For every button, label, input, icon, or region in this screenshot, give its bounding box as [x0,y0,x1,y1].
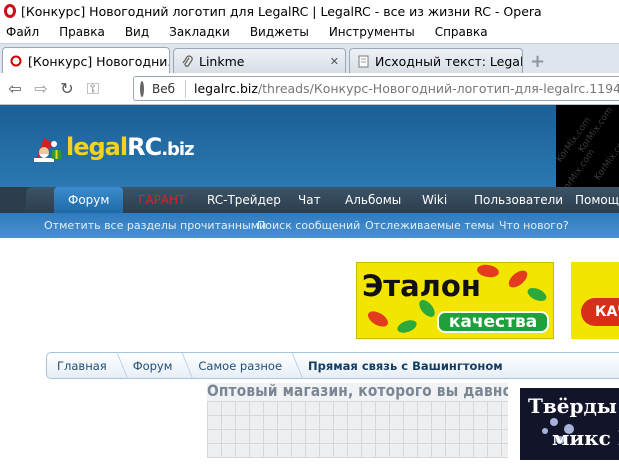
menu-view[interactable]: Вид [125,25,149,39]
logo-text-rc: RC [127,133,162,161]
nav-wiki[interactable]: Wiki [422,187,447,213]
breadcrumb-home[interactable]: Главная [47,359,127,373]
etalon-ad-title: Эталон [362,269,481,303]
molecule-decoration [542,428,548,434]
address-scope[interactable]: Веб [152,79,187,98]
window-title: [Конкурс] Новогодний логотип для LegalRC… [21,3,542,19]
menu-bookmarks[interactable]: Закладки [169,25,230,39]
nav-forum[interactable]: Форум [54,187,124,213]
leaf-decoration [525,285,549,304]
back-arrow-icon[interactable]: ⇦ [4,79,26,98]
breadcrumb-forum[interactable]: Форум [127,359,193,373]
etalon-ad-banner[interactable]: Эталон качества [356,262,554,339]
subnav-search-posts[interactable]: Поиск сообщений [257,213,360,238]
wholesale-ad-banner[interactable]: Оптовый магазин, которого вы давно ждали [207,383,508,458]
url-path: /threads/Конкурс-Новогодний-логотип-для-… [257,81,619,96]
paperclip-icon [180,54,194,69]
leaf-decoration [365,308,391,330]
address-field[interactable]: Веб legalrc.biz/threads/Конкурс-Новогодн… [133,76,619,101]
nav-guarantor[interactable]: ГАРАНТ [138,187,185,213]
breadcrumb: Главная Форум Самое разное Прямая связь … [46,352,619,379]
leaf-decoration [395,317,419,336]
subnav-whats-new[interactable]: Что нового? [499,213,569,238]
nav-rc-trader[interactable]: RC-Трейдер [207,187,281,213]
menu-file[interactable]: Файл [6,25,39,39]
logo-text-legal: legal [66,133,128,161]
mix-ad-banner[interactable]: Твёрды микс Г [520,388,619,460]
tab-bar: [Конкурс] Новогодни... Linkme ✕ Исходный… [0,43,619,74]
window-titlebar: [Конкурс] Новогодний логотип для LegalRC… [0,0,619,22]
leaf-decoration [505,267,531,291]
sub-nav: Отметить все разделы прочитанными Поиск … [0,213,619,238]
site-header: legalRC.biz KorMix.com KorMix.com KorMix… [0,105,619,187]
partial-ad-banner[interactable]: КАЧ [571,262,619,339]
tab-source[interactable]: Исходный текст: Legal... [349,48,523,74]
address-url[interactable]: legalrc.biz/threads/Конкурс-Новогодний-л… [194,81,619,96]
main-nav: Форум ГАРАНТ RC-Трейдер Чат Альбомы Wiki… [0,187,619,213]
tab-contest[interactable]: [Конкурс] Новогодни... [2,47,170,74]
forward-arrow-icon[interactable]: ⇨ [30,79,52,98]
nav-users[interactable]: Пользователи [474,187,563,213]
opera-logo-icon [4,4,16,18]
molecule-decoration [550,418,558,426]
partial-ad-pill: КАЧ [581,298,619,326]
breadcrumb-misc[interactable]: Самое разное [192,359,302,373]
tab-label: Исходный текст: Legal... [375,54,523,69]
tab-label: Linkme [199,54,245,69]
nav-albums[interactable]: Альбомы [345,187,401,213]
tab-label: [Конкурс] Новогодни... [28,53,170,69]
periodic-table-graphic [207,401,508,458]
breadcrumb-current[interactable]: Прямая связь с Вашингтоном [302,359,523,373]
site-logo[interactable]: legalRC.biz [30,130,195,164]
opera-page-icon [9,54,23,68]
tab-linkme[interactable]: Linkme ✕ [173,48,346,74]
subnav-mark-read[interactable]: Отметить все разделы прочитанными [44,213,266,238]
address-toolbar: ⇦ ⇨ ↻ ⚿ Веб legalrc.biz/threads/Конкурс-… [0,73,619,105]
logo-text-tld: .biz [161,139,194,160]
document-icon [356,55,370,69]
menu-widgets[interactable]: Виджеты [250,25,309,39]
key-icon[interactable]: ⚿ [82,79,104,99]
reload-icon[interactable]: ↻ [56,79,78,98]
subnav-watched-threads[interactable]: Отслеживаемые темы [365,213,494,238]
etalon-ad-subtitle: качества [437,311,549,333]
kormix-banner[interactable]: KorMix.com KorMix.com KorMix.com KorMix.… [556,105,619,187]
nav-chat[interactable]: Чат [298,187,321,213]
close-icon[interactable]: ✕ [330,55,339,68]
mix-ad-line1: Твёрды [528,394,617,418]
nav-help[interactable]: Помощь [575,187,619,213]
watermark-text: KorMix.com [593,133,619,183]
wholesale-ad-title: Оптовый магазин, которого вы давно ждали [207,383,508,400]
santa-mascot-icon [30,130,64,164]
globe-icon [140,80,144,97]
menu-edit[interactable]: Правка [59,25,105,39]
menu-help[interactable]: Справка [435,25,488,39]
menu-bar: Файл Правка Вид Закладки Виджеты Инструм… [0,22,619,42]
mix-ad-line2: микс Г [552,426,619,450]
new-tab-icon[interactable]: + [530,51,545,72]
menu-tools[interactable]: Инструменты [329,25,415,39]
url-host: legalrc.biz [194,81,258,96]
